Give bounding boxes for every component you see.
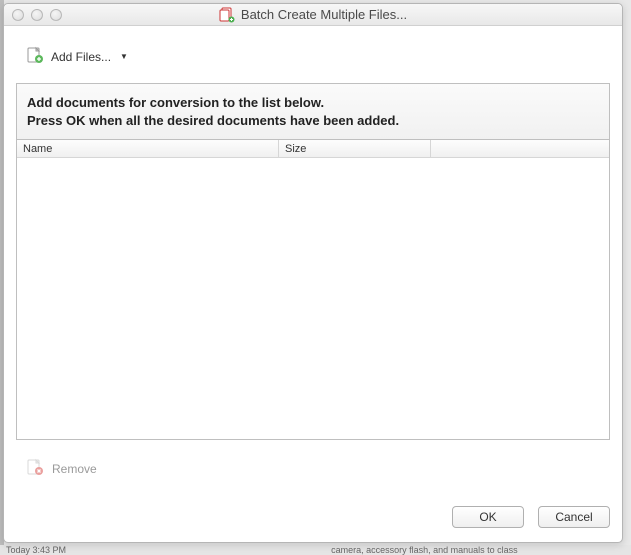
background-text: Today 3:43 PM camera, accessory flash, a… bbox=[0, 545, 631, 555]
minimize-icon[interactable] bbox=[31, 9, 43, 21]
dialog-content: Add Files... ▼ Add documents for convers… bbox=[4, 26, 622, 542]
bg-snippet: camera, accessory flash, and manuals to … bbox=[331, 545, 518, 555]
batch-create-icon bbox=[219, 7, 235, 23]
add-files-icon bbox=[26, 46, 44, 67]
traffic-lights bbox=[4, 9, 62, 21]
add-files-row: Add Files... ▼ bbox=[16, 38, 610, 83]
zoom-icon[interactable] bbox=[50, 9, 62, 21]
remove-button: Remove bbox=[26, 458, 97, 479]
cancel-button[interactable]: Cancel bbox=[538, 506, 610, 528]
column-size-label: Size bbox=[285, 143, 306, 155]
instruction-line-1: Add documents for conversion to the list… bbox=[27, 94, 599, 112]
close-icon[interactable] bbox=[12, 9, 24, 21]
file-list: Name Size bbox=[16, 140, 610, 440]
instruction-line-2: Press OK when all the desired documents … bbox=[27, 112, 599, 130]
list-header: Name Size bbox=[17, 140, 609, 158]
column-header-spacer bbox=[431, 140, 609, 157]
title-wrap: Batch Create Multiple Files... bbox=[4, 7, 622, 23]
list-body[interactable] bbox=[17, 158, 609, 439]
chevron-down-icon: ▼ bbox=[120, 52, 128, 61]
remove-label: Remove bbox=[52, 462, 97, 476]
column-name-label: Name bbox=[23, 143, 52, 155]
column-header-size[interactable]: Size bbox=[279, 140, 431, 157]
instruction-panel: Add documents for conversion to the list… bbox=[16, 83, 610, 140]
add-files-label: Add Files... bbox=[51, 50, 111, 64]
ok-button[interactable]: OK bbox=[452, 506, 524, 528]
dialog-footer: OK Cancel bbox=[16, 490, 610, 528]
add-files-button[interactable]: Add Files... ▼ bbox=[22, 44, 132, 69]
column-header-name[interactable]: Name bbox=[17, 140, 279, 157]
titlebar[interactable]: Batch Create Multiple Files... bbox=[4, 4, 622, 26]
bg-time: Today 3:43 PM bbox=[6, 545, 66, 555]
dialog-window: Batch Create Multiple Files... Add Files… bbox=[3, 3, 623, 543]
remove-icon bbox=[26, 458, 44, 479]
window-title: Batch Create Multiple Files... bbox=[241, 7, 407, 22]
remove-row: Remove bbox=[16, 440, 610, 481]
